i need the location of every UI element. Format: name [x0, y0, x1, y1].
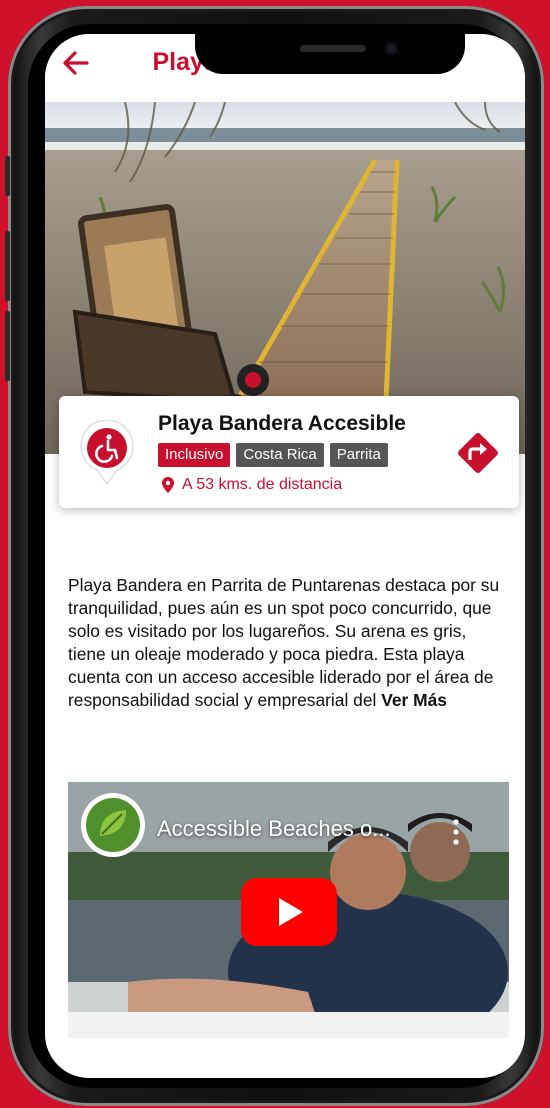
notch [195, 34, 465, 74]
mute-switch [5, 156, 10, 196]
distance-text: A 53 kms. de distancia [182, 476, 343, 493]
speaker [300, 45, 366, 52]
location-pin-icon [162, 477, 174, 493]
more-vertical-icon[interactable] [451, 818, 461, 846]
tag-inclusivo[interactable]: Inclusivo [158, 443, 231, 467]
arrow-left-icon[interactable] [61, 48, 91, 78]
tag-list: Inclusivo Costa Rica Parrita [158, 443, 388, 467]
wheelchair-icon [80, 420, 134, 486]
directions-icon[interactable] [453, 428, 503, 478]
place-info-card: Playa Bandera Accesible Inclusivo Costa … [59, 396, 519, 508]
tag-city[interactable]: Parrita [329, 443, 388, 467]
place-description: Playa Bandera en Parrita de Puntarenas d… [68, 574, 508, 712]
video-embed[interactable]: Accessible Beaches o... [68, 782, 509, 1038]
app-screen: Playa Bandera Accesible [45, 34, 525, 1078]
read-more-link[interactable]: Ver Más [381, 690, 447, 710]
channel-logo-icon[interactable] [80, 792, 146, 858]
volume-up-button [5, 231, 10, 301]
distance-row: A 53 kms. de distancia [162, 476, 342, 494]
front-camera [385, 42, 398, 55]
place-title: Playa Bandera Accesible [158, 412, 406, 435]
tag-country[interactable]: Costa Rica [236, 443, 324, 467]
volume-down-button [5, 311, 10, 381]
video-title[interactable]: Accessible Beaches o... [157, 816, 391, 842]
youtube-play-icon[interactable] [241, 878, 337, 946]
